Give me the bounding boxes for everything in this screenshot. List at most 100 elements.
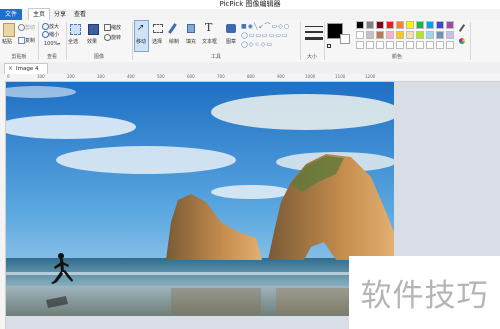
palette-swatch[interactable] [406, 31, 414, 39]
palette-swatch[interactable] [416, 41, 424, 49]
palette-swatch[interactable] [436, 31, 444, 39]
zoom-in-icon [42, 23, 49, 30]
palette-swatch[interactable] [376, 31, 384, 39]
palette-swatch[interactable] [396, 41, 404, 49]
ruler-tick-label: 500 [157, 74, 165, 79]
select-all-icon [70, 24, 81, 35]
ribbon-divider [470, 22, 471, 60]
line-width-icon [305, 31, 323, 33]
palette-swatch[interactable] [366, 21, 374, 29]
color-wheel-icon[interactable] [459, 38, 465, 44]
palette-swatch[interactable] [376, 21, 384, 29]
ruler-tick-label: 1100 [335, 74, 346, 79]
resize-icon [104, 24, 111, 31]
document-tab[interactable]: × Image 4 [4, 63, 48, 74]
move-tool-button[interactable]: 移动 [136, 38, 146, 45]
palette-swatch[interactable] [366, 31, 374, 39]
tab-share[interactable]: 分享 [51, 9, 69, 20]
pencil-icon [168, 23, 177, 34]
palette-swatch[interactable] [446, 21, 454, 29]
rotate-button[interactable]: 旋转 [111, 34, 121, 41]
ruler-tick-label: 300 [97, 74, 105, 79]
paste-icon [3, 23, 15, 37]
group-label-clipboard: 剪贴板 [11, 54, 27, 60]
effects-button[interactable]: 效果 [87, 38, 97, 45]
ruler-tick-label: 100 [37, 74, 45, 79]
ribbon: 粘贴 剪切 复制 剪贴板 放大 缩小 100% ▾ 查看 全选 效果 缩放 旋转… [0, 20, 500, 63]
image-canvas[interactable] [6, 82, 394, 316]
group-label-size: 大小 [306, 54, 317, 60]
palette-swatch[interactable] [366, 41, 374, 49]
ruler-tick-label: 400 [127, 74, 135, 79]
copy-button[interactable]: 复制 [25, 37, 35, 44]
swap-colors-icon[interactable] [327, 44, 331, 48]
group-label-image: 图像 [93, 54, 104, 60]
window-title: PicPick 图像编辑器 [219, 0, 281, 8]
palette-swatch[interactable] [426, 21, 434, 29]
cut-button[interactable]: 剪切 [25, 24, 35, 31]
fill-tool-button[interactable]: 填充 [186, 38, 196, 45]
stamp-icon [226, 24, 236, 33]
palette-swatch[interactable] [356, 31, 364, 39]
palette-swatch[interactable] [406, 41, 414, 49]
ruler-tick-label: 200 [67, 74, 75, 79]
ruler-tick-label: 1200 [365, 74, 376, 79]
palette-swatch[interactable] [406, 21, 414, 29]
text-tool-button[interactable]: 文本框 [202, 38, 217, 45]
scissors-icon [18, 24, 25, 31]
chevron-down-icon[interactable]: ▾ [58, 41, 60, 46]
tab-view[interactable]: 查看 [71, 9, 89, 20]
shape-row-icons: ■◉╲↙⌒▭◇○ [241, 23, 291, 30]
palette-swatch[interactable] [436, 21, 444, 29]
selection-icon [153, 24, 163, 33]
rotate-icon [104, 34, 111, 41]
zoom-in-button[interactable]: 放大 [49, 23, 59, 30]
group-label-colors: 颜色 [391, 54, 402, 60]
resize-button[interactable]: 缩放 [111, 24, 121, 31]
palette-swatch[interactable] [426, 41, 434, 49]
ruler-tick-label: 600 [187, 74, 195, 79]
select-all-button[interactable]: 全选 [68, 38, 78, 45]
shape-row-icons: ◯◇☆◇▭ [241, 41, 273, 48]
palette-swatch[interactable] [426, 31, 434, 39]
fill-bucket-icon [187, 24, 195, 33]
zoom-level[interactable]: 100% [44, 41, 58, 47]
palette-swatch[interactable] [386, 21, 394, 29]
document-tab-label: Image 4 [16, 66, 39, 72]
effects-icon [88, 24, 99, 35]
zoom-out-button[interactable]: 缩小 [49, 31, 59, 38]
shapes-gallery[interactable]: ■◉╲↙⌒▭◇○ ◯▭▭▭▭▭▭ ◯◇☆◇▭ [241, 23, 298, 50]
palette-swatch[interactable] [436, 41, 444, 49]
draw-tool-button[interactable]: 绘制 [169, 38, 179, 45]
palette-swatch[interactable] [386, 31, 394, 39]
tab-file[interactable]: 文件 [0, 9, 22, 20]
shape-row-icons: ◯▭▭▭▭▭▭ [241, 32, 289, 39]
palette-swatch[interactable] [396, 31, 404, 39]
palette-swatch[interactable] [356, 41, 364, 49]
palette-swatch[interactable] [446, 31, 454, 39]
palette-swatch[interactable] [396, 21, 404, 29]
copy-icon [18, 37, 25, 44]
palette-swatch[interactable] [416, 31, 424, 39]
palette-swatch[interactable] [416, 21, 424, 29]
secondary-color-swatch[interactable] [340, 34, 350, 44]
close-tab-icon[interactable]: × [8, 64, 13, 74]
ruler-tick-label: 0 [7, 74, 10, 79]
palette-swatch[interactable] [386, 41, 394, 49]
group-label-view: 查看 [46, 54, 57, 60]
beach-photo [6, 82, 394, 316]
paste-button[interactable]: 粘贴 [2, 38, 12, 45]
stamp-tool-button[interactable]: 图章 [226, 38, 236, 45]
select-tool-button[interactable]: 选择 [152, 38, 162, 45]
palette-swatch[interactable] [446, 41, 454, 49]
eyedropper-icon[interactable] [458, 24, 466, 32]
line-width-icon [305, 37, 323, 40]
palette-swatch[interactable] [376, 41, 384, 49]
ruler-tick-label: 700 [217, 74, 225, 79]
cursor-icon: ➚ [137, 23, 145, 33]
watermark-text: 软件技巧 [360, 278, 489, 314]
color-palette[interactable] [356, 21, 456, 52]
palette-swatch[interactable] [356, 21, 364, 29]
ruler-tick-label: 1000 [305, 74, 316, 79]
ruler-tick-label: 900 [277, 74, 285, 79]
